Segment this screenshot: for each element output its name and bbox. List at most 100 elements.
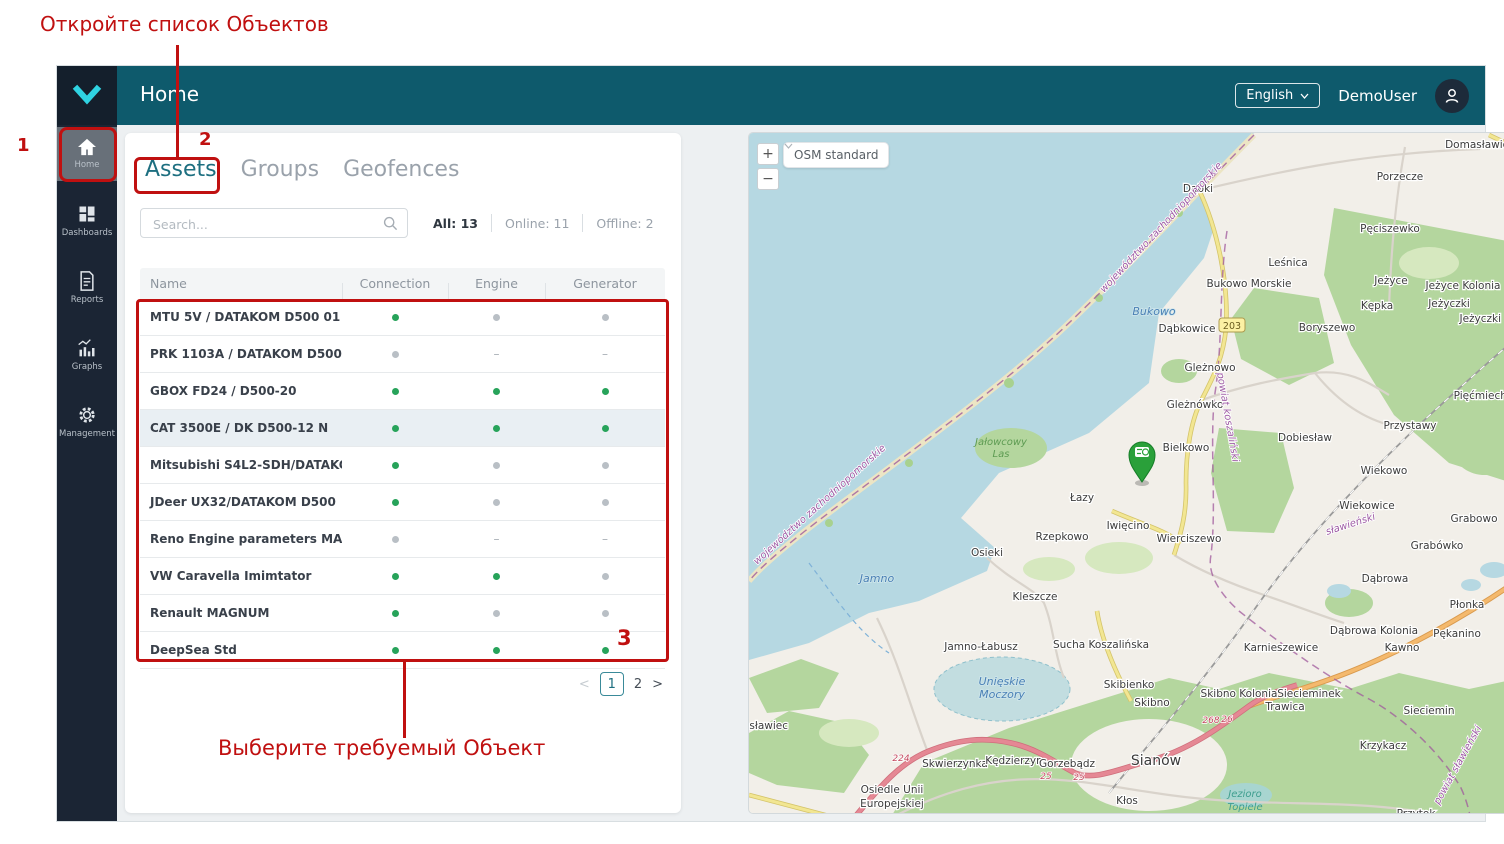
chevron-down-icon <box>784 143 793 149</box>
map-label: 25 <box>1073 773 1085 783</box>
map-label: Skibienko <box>1104 679 1155 691</box>
annotation-line-bottom <box>403 662 406 738</box>
filter-online[interactable]: Online: 11 <box>505 216 569 231</box>
map-label: Dobiesław <box>1278 432 1332 444</box>
map-layer-selector[interactable]: OSM standard <box>783 142 890 168</box>
sidebar-item-label: Graphs <box>71 362 103 372</box>
search-icon <box>383 216 398 231</box>
map-label: Jamno <box>858 572 895 585</box>
sidebar-item-management[interactable]: Management <box>57 395 117 449</box>
filter-all[interactable]: All: 13 <box>433 216 478 231</box>
dashboards-icon <box>79 206 95 222</box>
map-label: Kłos <box>1116 795 1138 807</box>
sidebar-item-label: Reports <box>70 295 104 305</box>
map-label: Unięskie <box>979 675 1026 688</box>
sidebar: Home Dashboards Reports Graphs Managemen… <box>57 125 117 821</box>
graphs-icon <box>78 339 95 357</box>
map-label: Sucha Koszalińska <box>1053 639 1149 651</box>
column-engine: Engine <box>448 276 545 299</box>
sidebar-item-label: Dashboards <box>61 228 113 238</box>
annotation-step-2: 2 <box>199 129 212 150</box>
person-icon <box>1445 88 1459 103</box>
sidebar-item-reports[interactable]: Reports <box>57 261 117 315</box>
map-label: 26 <box>1221 715 1233 725</box>
map-label: Jeżyczki Kolonia <box>1458 313 1504 325</box>
map-label: Kępka <box>1361 300 1393 312</box>
map-label: Porzecze <box>1377 171 1423 183</box>
page-next-button[interactable]: > <box>652 677 663 692</box>
annotation-box-table <box>136 299 669 662</box>
page-2-button[interactable]: 2 <box>634 677 642 692</box>
map-label: Las <box>993 449 1010 460</box>
page-1-button[interactable]: 1 <box>599 672 624 696</box>
filter-offline[interactable]: Offline: 2 <box>596 216 653 231</box>
map-label: Jałowcowy <box>973 437 1028 448</box>
page-title: Home <box>140 82 200 106</box>
app-logo[interactable] <box>57 66 117 125</box>
map-label: Topiele <box>1227 802 1262 813</box>
map-label: Kędzierzyn <box>985 755 1043 767</box>
map-label: 224 <box>892 754 909 764</box>
search-box <box>140 208 408 238</box>
page-prev-button[interactable]: < <box>579 677 590 692</box>
table-header: Name Connection Engine Generator <box>140 268 665 299</box>
map-zoom-out-button[interactable]: − <box>757 168 779 190</box>
tab-groups[interactable]: Groups <box>241 157 319 182</box>
status-filters: All: 13 Online: 11 Offline: 2 <box>433 214 654 232</box>
map-label: Skibno Kolonia <box>1201 688 1278 700</box>
map-label: Pękanino <box>1433 628 1481 640</box>
annotation-open-list-text: Откройте список Объектов <box>40 12 329 36</box>
map-label: Wiekowice <box>1339 500 1394 512</box>
map-label: Bielkowo <box>1163 442 1210 454</box>
chevron-logo-icon <box>72 84 102 104</box>
map-label: Przytok <box>1397 808 1437 813</box>
chevron-down-icon <box>1300 93 1309 99</box>
map-label: Dąbkowice <box>1158 323 1215 335</box>
map-label: Grabowo <box>1451 513 1498 525</box>
map-label: 25 <box>1040 772 1052 782</box>
annotation-step-3: 3 <box>617 626 632 650</box>
map-label: Jezioro <box>1226 789 1261 800</box>
map-label: iesławiec <box>749 720 788 732</box>
divider <box>491 214 492 232</box>
tab-geofences[interactable]: Geofences <box>343 157 459 182</box>
sidebar-item-dashboards[interactable]: Dashboards <box>57 194 117 248</box>
map-label: Europejskiej <box>860 798 924 810</box>
map-label: Grabówko <box>1411 540 1464 552</box>
map-zoom-in-button[interactable]: + <box>757 143 779 165</box>
annotation-box-home <box>59 127 117 182</box>
map-label: Kleszcze <box>1013 591 1058 603</box>
map-label: Jamno-Łabusz <box>943 641 1018 653</box>
map-label: 203 <box>1223 321 1241 332</box>
map-label: Osieki <box>971 547 1003 559</box>
map-label: Płonka <box>1450 599 1485 611</box>
map-label: Jeżyczki <box>1427 298 1470 310</box>
map-label: Leśnica <box>1268 257 1307 269</box>
map[interactable]: DomasławicePorzeczeZagórDąbkiPęciszewkoL… <box>749 133 1504 813</box>
map-canvas: DomasławicePorzeczeZagórDąbkiPęciszewkoL… <box>749 133 1504 813</box>
map-layer-label: OSM standard <box>794 148 879 162</box>
map-label: Dąbrowa <box>1362 573 1409 585</box>
column-name: Name <box>150 276 187 291</box>
language-selector[interactable]: English <box>1235 83 1321 108</box>
user-name[interactable]: DemoUser <box>1338 87 1417 105</box>
map-label: Jeżyce Kolonia <box>1425 280 1501 292</box>
map-label: Osiedle Unii <box>861 784 924 796</box>
map-label: Gleżnowo <box>1184 362 1235 374</box>
map-label: Krzykacz <box>1360 740 1407 752</box>
map-label: Łazy <box>1069 492 1094 504</box>
search-input[interactable] <box>151 210 375 238</box>
map-label: Domasławice <box>1445 139 1504 151</box>
map-label: Moczory <box>979 688 1025 701</box>
map-label: Pęciszewko <box>1360 223 1420 235</box>
sidebar-item-label: Management <box>59 429 115 439</box>
annotation-select-object-text: Выберите требуемый Объект <box>218 736 546 760</box>
avatar[interactable] <box>1435 78 1469 113</box>
map-label: Sianów <box>1131 753 1181 769</box>
map-label: Iwięcino <box>1107 520 1150 532</box>
map-label: Wiekowo <box>1361 465 1408 477</box>
map-label: Siecieminek <box>1277 688 1341 700</box>
map-label: Gorzebądz <box>1039 758 1096 770</box>
map-label: Trawica <box>1264 701 1304 713</box>
sidebar-item-graphs[interactable]: Graphs <box>57 328 117 382</box>
